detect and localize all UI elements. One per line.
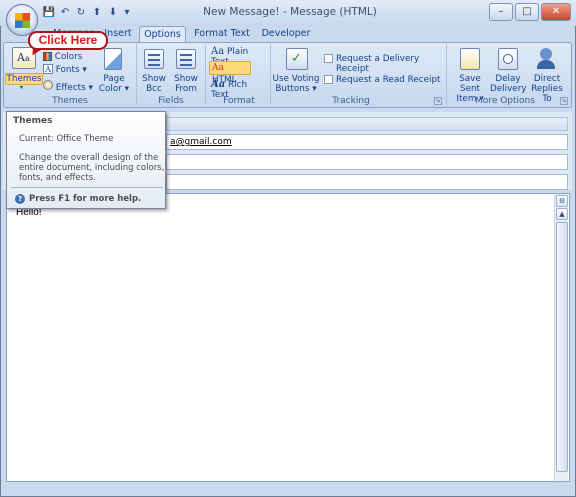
read-receipt-label: Request a Read Receipt bbox=[336, 75, 441, 85]
html-button[interactable]: Aa HTML bbox=[209, 61, 251, 85]
cc-field[interactable] bbox=[166, 154, 568, 170]
fonts-label: Fonts bbox=[55, 65, 80, 75]
minimize-button[interactable]: – bbox=[489, 3, 513, 21]
ribbon-separator bbox=[136, 44, 137, 104]
colors-label: Colors bbox=[54, 52, 83, 62]
page-color-icon bbox=[104, 48, 122, 70]
themes-dropdown-icon: ▾ bbox=[20, 84, 24, 91]
delivery-receipt-label: Request a Delivery Receipt bbox=[336, 54, 420, 74]
voting-buttons-button[interactable]: Use Voting Buttons ▾ bbox=[272, 74, 320, 94]
scroll-up-icon[interactable]: ▲ bbox=[556, 208, 568, 220]
direct-replies-icon bbox=[534, 46, 558, 72]
themes-group-label: Themes bbox=[52, 96, 88, 106]
more-options-dialog-launcher-icon[interactable]: ↘ bbox=[560, 97, 568, 105]
scroll-options-icon[interactable]: ⚙ bbox=[556, 195, 568, 207]
plain-text-icon: Aa bbox=[211, 46, 225, 57]
tooltip-description: Change the overall design of the entire … bbox=[19, 153, 165, 183]
html-icon: Aa bbox=[212, 63, 224, 73]
show-bcc-icon bbox=[142, 47, 166, 71]
tooltip-help-text: Press F1 for more help. bbox=[29, 194, 142, 204]
fields-group-label: Fields bbox=[158, 96, 184, 106]
tab-options[interactable]: Options bbox=[139, 26, 186, 42]
themes-label[interactable]: Themes bbox=[5, 73, 43, 85]
show-from-button[interactable]: Show From bbox=[170, 74, 202, 94]
scroll-thumb[interactable] bbox=[556, 222, 568, 472]
read-receipt-checkbox[interactable] bbox=[324, 75, 333, 84]
to-recipient: a@gmail.com bbox=[170, 137, 232, 147]
delivery-receipt-checkbox[interactable] bbox=[324, 54, 333, 63]
tracking-group-label: Tracking bbox=[332, 96, 370, 106]
office-logo-icon bbox=[15, 13, 30, 28]
down-arrow-icon[interactable]: ⬇ bbox=[106, 6, 120, 20]
maximize-button[interactable]: □ bbox=[515, 3, 539, 21]
rich-text-icon: Aa bbox=[211, 79, 226, 90]
tracking-dialog-launcher-icon[interactable]: ↘ bbox=[434, 97, 442, 105]
fonts-button[interactable]: A Fonts ▾ bbox=[43, 64, 89, 75]
page-color-button[interactable] bbox=[101, 46, 127, 72]
colors-icon bbox=[43, 52, 52, 61]
message-body[interactable] bbox=[6, 193, 570, 482]
effects-button[interactable]: Effects ▾ bbox=[43, 80, 93, 93]
undo-icon[interactable]: ↶ bbox=[58, 6, 72, 20]
voting-buttons-icon: ✓ bbox=[284, 46, 310, 72]
more-options-group-label: More Options bbox=[475, 96, 535, 106]
subject-field[interactable] bbox=[166, 174, 568, 190]
close-button[interactable]: ✕ bbox=[541, 3, 571, 21]
info-bar bbox=[166, 117, 568, 131]
show-bcc-button[interactable]: Show Bcc bbox=[138, 74, 170, 94]
click-here-callout: Click Here bbox=[28, 31, 108, 50]
to-field[interactable]: a@gmail.com bbox=[166, 134, 568, 150]
delay-delivery-button[interactable]: Delay Delivery bbox=[490, 74, 527, 94]
colors-button[interactable]: Colors bbox=[43, 52, 87, 62]
show-from-icon bbox=[174, 47, 198, 71]
effects-label: Effects bbox=[55, 83, 86, 93]
up-arrow-icon[interactable]: ⬆ bbox=[90, 6, 104, 20]
tooltip-divider bbox=[11, 187, 163, 188]
save-sent-item-icon bbox=[458, 46, 482, 72]
tab-format-text[interactable]: Format Text bbox=[190, 26, 254, 42]
ribbon-separator bbox=[446, 44, 447, 104]
ribbon-separator bbox=[270, 44, 271, 104]
window-title: New Message! - Message (HTML) bbox=[203, 6, 377, 18]
customize-qat-icon[interactable]: ▾ bbox=[120, 6, 134, 20]
tooltip-title: Themes bbox=[13, 116, 53, 126]
page-color-label-1: Page bbox=[103, 74, 125, 84]
tooltip-current: Current: Office Theme bbox=[19, 134, 114, 144]
save-icon[interactable]: 💾 bbox=[42, 6, 56, 20]
page-color-label-2: Color ▾ bbox=[98, 84, 130, 94]
vertical-scrollbar[interactable]: ⚙ ▲ bbox=[554, 194, 568, 481]
effects-icon bbox=[43, 80, 53, 90]
redo-icon[interactable]: ↻ bbox=[74, 6, 88, 20]
ribbon-separator bbox=[205, 44, 206, 104]
themes-tooltip: Themes Current: Office Theme Change the … bbox=[6, 111, 166, 209]
format-group-label: Format bbox=[223, 96, 255, 106]
delay-delivery-icon bbox=[496, 46, 520, 72]
help-icon: ? bbox=[15, 194, 25, 204]
tab-developer[interactable]: Developer bbox=[258, 26, 314, 42]
fonts-icon: A bbox=[43, 64, 53, 74]
